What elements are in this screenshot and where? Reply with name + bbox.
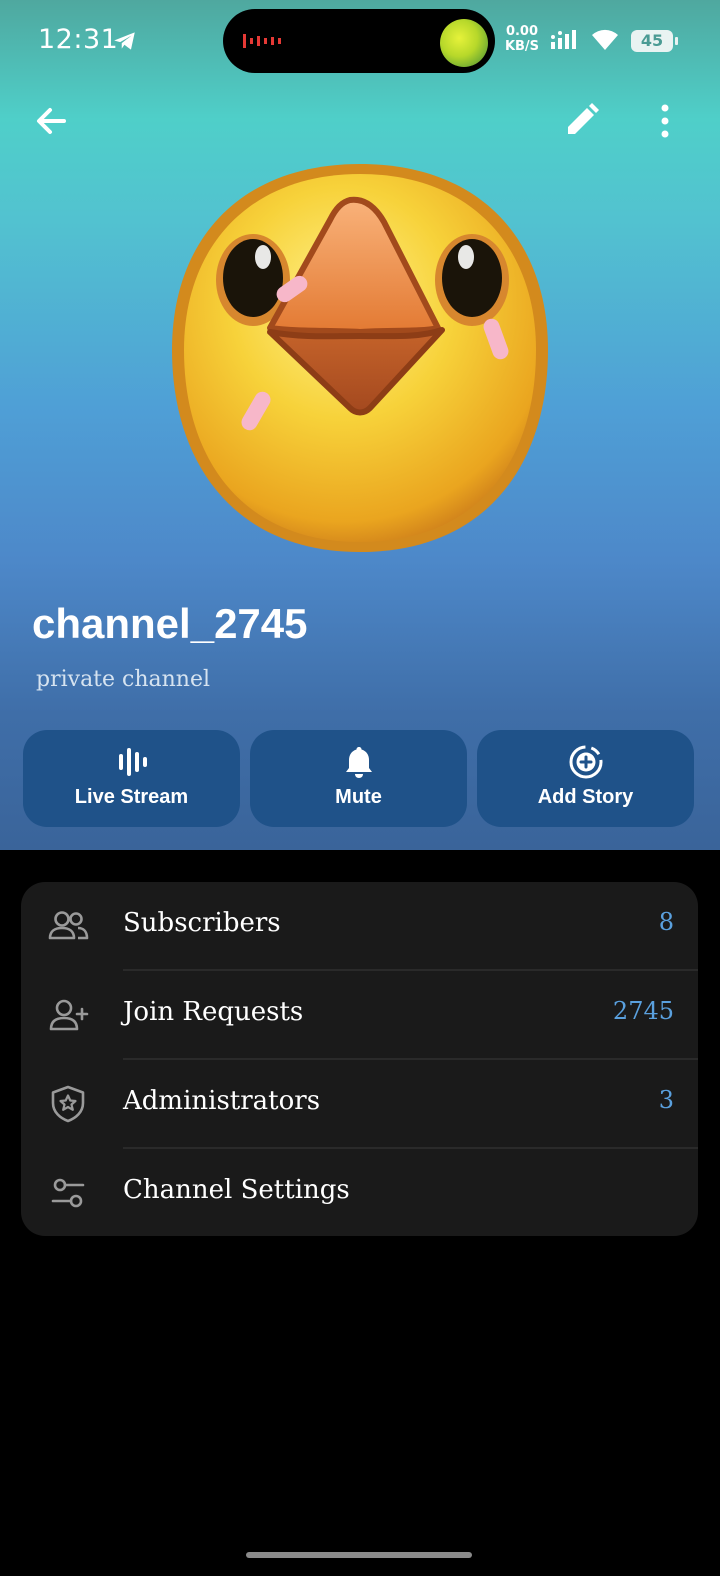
action-buttons: Live Stream Mute Add Story [23,730,697,827]
telegram-notification-icon [114,32,135,50]
channel-type: private channel [36,667,211,692]
battery-level: 45 [640,31,664,50]
subscribers-count: 8 [658,908,674,936]
mute-button[interactable]: Mute [250,730,467,827]
join-requests-count: 2745 [612,997,674,1025]
channel-name: channel_2745 [32,600,308,647]
mute-label: Mute [335,786,382,808]
profile-header: 12:31 0.00 KB/S 45 channel_2745 private … [0,0,720,850]
shield-star-icon [51,1085,85,1123]
menu-item-channel-settings[interactable]: Channel Settings [21,1149,698,1237]
menu-item-subscribers[interactable]: Subscribers 8 [21,882,698,970]
audio-wave-icon [243,34,281,48]
edit-pencil-icon[interactable] [562,100,602,140]
more-vertical-icon[interactable] [650,100,680,142]
menu-label-subscribers: Subscribers [123,908,281,938]
network-speed: 0.00 KB/S [504,24,540,54]
add-story-icon [569,745,602,779]
administrators-count: 3 [658,1086,674,1114]
channel-info-menu: Subscribers 8 Join Requests 2745 Adminis… [21,882,698,1236]
menu-label-join-requests: Join Requests [123,997,304,1027]
menu-item-administrators[interactable]: Administrators 3 [21,1060,698,1148]
wifi-icon [592,29,618,50]
home-indicator[interactable] [246,1552,472,1558]
signal-icon [551,30,576,49]
live-stream-label: Live Stream [74,786,189,808]
channel-avatar[interactable] [170,160,550,556]
sliders-icon [51,1178,85,1208]
menu-item-join-requests[interactable]: Join Requests 2745 [21,971,698,1059]
menu-label-administrators: Administrators [123,1086,321,1116]
add-story-label: Add Story [537,786,634,808]
back-arrow-icon[interactable] [30,100,72,142]
status-time: 12:31 [38,24,119,55]
battery-icon: 45 [631,30,673,52]
add-story-button[interactable]: Add Story [477,730,694,827]
people-icon [48,911,89,940]
menu-label-channel-settings: Channel Settings [123,1175,350,1205]
media-thumbnail[interactable] [440,19,488,67]
battery-tip [675,37,678,45]
live-stream-button[interactable]: Live Stream [23,730,240,827]
person-add-icon [49,999,89,1031]
bell-icon [345,747,372,778]
live-stream-icon [118,748,147,776]
